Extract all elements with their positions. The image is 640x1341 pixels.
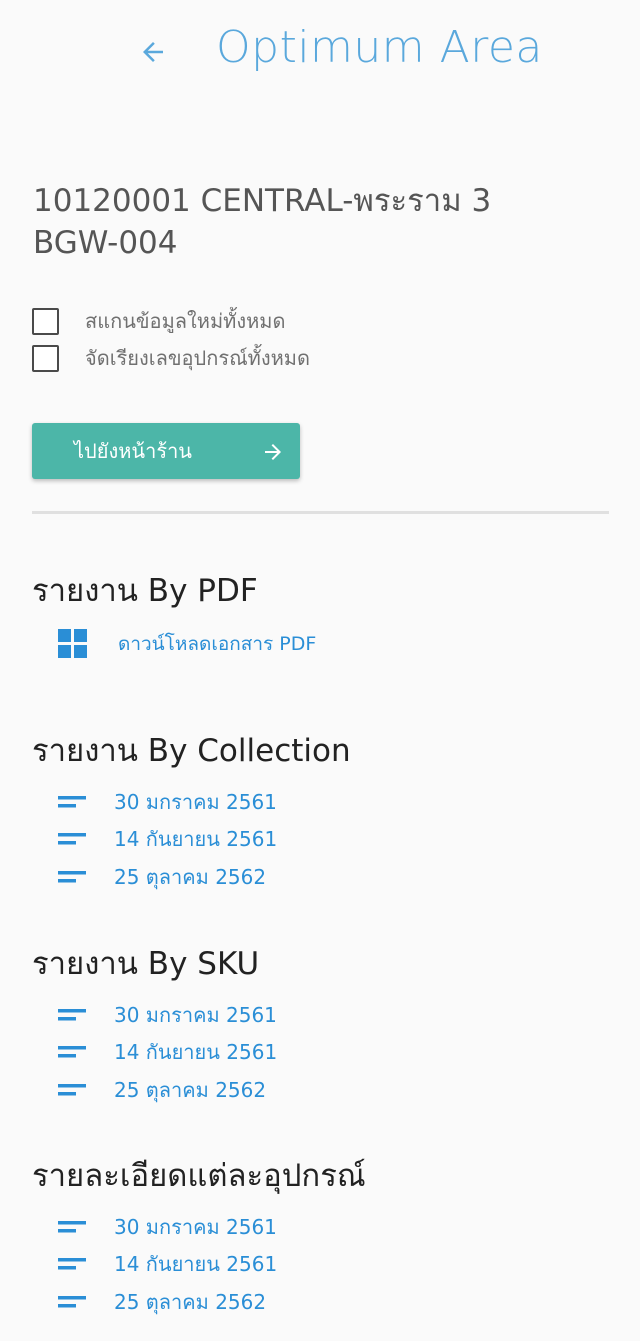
short-text-icon xyxy=(58,1080,88,1100)
section-divider xyxy=(32,511,609,514)
arrow-right-icon xyxy=(265,444,281,460)
go-to-store-label: ไปยังหน้าร้าน xyxy=(74,439,192,463)
report-sku-list: 30 มกราคม 2561 14 กันยายน 2561 25 ตุลาคม… xyxy=(58,996,277,1109)
short-text-icon xyxy=(58,829,88,849)
list-item[interactable]: 30 มกราคม 2561 xyxy=(58,1208,277,1246)
list-item[interactable]: 25 ตุลาคม 2562 xyxy=(58,1283,277,1321)
download-pdf-link[interactable]: ดาวน์โหลดเอกสาร PDF xyxy=(58,628,316,660)
list-item-label: 30 มกราคม 2561 xyxy=(114,789,277,814)
list-item[interactable]: 25 ตุลาคม 2562 xyxy=(58,858,277,896)
list-item[interactable]: 30 มกราคม 2561 xyxy=(58,783,277,821)
short-text-icon xyxy=(58,792,88,812)
short-text-icon xyxy=(58,1292,88,1312)
list-item-label: 14 กันยายน 2561 xyxy=(114,1040,278,1065)
list-item-label: 14 กันยายน 2561 xyxy=(114,827,278,852)
report-sku-title: รายงาน By SKU xyxy=(32,946,260,982)
report-device-title: รายละเอียดแต่ละอุปกรณ์ xyxy=(32,1158,366,1194)
sort-all-option[interactable]: จัดเรียงเลขอุปกรณ์ทั้งหมด xyxy=(32,342,310,374)
list-item-label: 30 มกราคม 2561 xyxy=(114,1214,277,1239)
branch-code: BGW-004 xyxy=(33,225,178,261)
branch-name: 10120001 CENTRAL-พระราม 3 xyxy=(33,183,492,219)
rescan-all-option[interactable]: สแกนข้อมูลใหม่ทั้งหมด xyxy=(32,305,285,337)
list-item[interactable]: 25 ตุลาคม 2562 xyxy=(58,1071,277,1109)
short-text-icon xyxy=(58,1042,88,1062)
report-pdf-title: รายงาน By PDF xyxy=(32,573,258,609)
download-pdf-label: ดาวน์โหลดเอกสาร PDF xyxy=(118,633,317,655)
short-text-icon xyxy=(58,1254,88,1274)
app-header: Optimum Area xyxy=(0,0,640,110)
report-collection-list: 30 มกราคม 2561 14 กันยายน 2561 25 ตุลาคม… xyxy=(58,783,277,896)
report-device-list: 30 มกราคม 2561 14 กันยายน 2561 25 ตุลาคม… xyxy=(58,1208,277,1321)
sort-all-label: จัดเรียงเลขอุปกรณ์ทั้งหมด xyxy=(85,346,310,370)
branch-info: 10120001 CENTRAL-พระราม 3 BGW-004 xyxy=(33,180,593,264)
short-text-icon xyxy=(58,1217,88,1237)
sort-all-checkbox[interactable] xyxy=(32,344,59,372)
list-item-label: 25 ตุลาคม 2562 xyxy=(114,1077,267,1102)
rescan-all-label: สแกนข้อมูลใหม่ทั้งหมด xyxy=(85,309,286,333)
short-text-icon xyxy=(58,867,88,887)
short-text-icon xyxy=(58,1005,88,1025)
list-item[interactable]: 14 กันยายน 2561 xyxy=(58,1246,277,1284)
grid-icon xyxy=(58,629,87,658)
list-item[interactable]: 14 กันยายน 2561 xyxy=(58,1034,277,1072)
list-item-label: 25 ตุลาคม 2562 xyxy=(114,864,267,889)
list-item-label: 14 กันยายน 2561 xyxy=(114,1252,278,1277)
back-button[interactable] xyxy=(133,30,173,74)
page-title: Optimum Area xyxy=(216,22,543,73)
report-collection-title: รายงาน By Collection xyxy=(32,733,351,769)
list-item[interactable]: 30 มกราคม 2561 xyxy=(58,996,277,1034)
arrow-left-icon xyxy=(143,42,163,62)
list-item-label: 25 ตุลาคม 2562 xyxy=(114,1289,267,1314)
rescan-all-checkbox[interactable] xyxy=(32,307,59,335)
list-item-label: 30 มกราคม 2561 xyxy=(114,1002,277,1027)
go-to-store-button[interactable]: ไปยังหน้าร้าน xyxy=(32,423,300,479)
list-item[interactable]: 14 กันยายน 2561 xyxy=(58,821,277,859)
